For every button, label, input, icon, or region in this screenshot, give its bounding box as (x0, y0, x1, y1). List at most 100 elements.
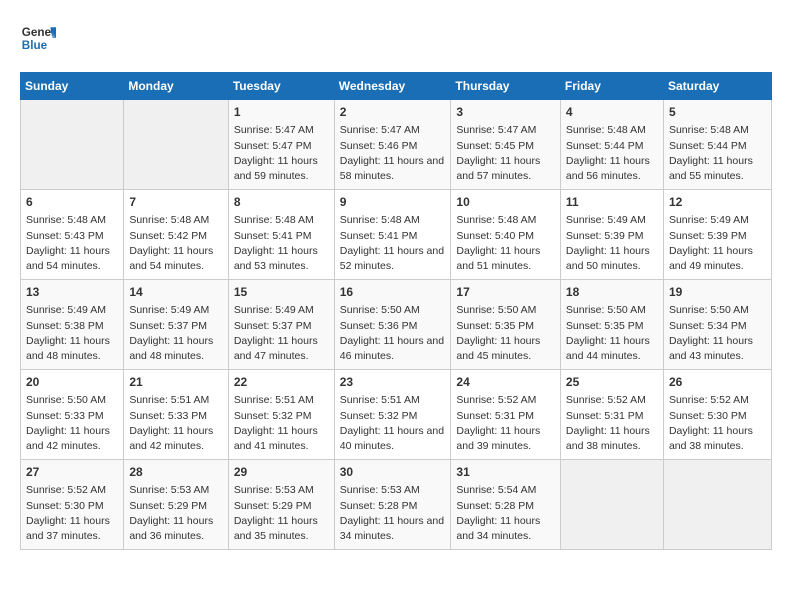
calendar-week-row: 20Sunrise: 5:50 AMSunset: 5:33 PMDayligh… (21, 370, 772, 460)
sunrise-text: Sunrise: 5:48 AM (129, 214, 209, 226)
sunrise-text: Sunrise: 5:50 AM (669, 304, 749, 316)
sunset-text: Sunset: 5:28 PM (340, 500, 418, 512)
sunset-text: Sunset: 5:32 PM (234, 410, 312, 422)
calendar-cell: 17Sunrise: 5:50 AMSunset: 5:35 PMDayligh… (451, 280, 560, 370)
sunrise-text: Sunrise: 5:48 AM (456, 214, 536, 226)
daylight-text: Daylight: 11 hours and 42 minutes. (129, 425, 213, 452)
daylight-text: Daylight: 11 hours and 42 minutes. (26, 425, 110, 452)
daylight-text: Daylight: 11 hours and 35 minutes. (234, 515, 318, 542)
day-number: 1 (234, 104, 329, 121)
daylight-text: Daylight: 11 hours and 53 minutes. (234, 245, 318, 272)
calendar-body: 1 Sunrise: 5:47 AM Sunset: 5:47 PM Daylight… (21, 100, 772, 550)
sunrise-text: Sunrise: 5:49 AM (234, 304, 314, 316)
day-number: 31 (456, 464, 554, 481)
day-number: 2 (340, 104, 446, 121)
sunrise-text: Sunrise: 5:49 AM (26, 304, 106, 316)
sunrise-text: Sunrise: 5:50 AM (340, 304, 420, 316)
calendar-cell: 20Sunrise: 5:50 AMSunset: 5:33 PMDayligh… (21, 370, 124, 460)
calendar-cell: 27Sunrise: 5:52 AMSunset: 5:30 PMDayligh… (21, 460, 124, 550)
sunset-text: Sunset: 5:41 PM (340, 230, 418, 242)
sunset-text: Sunset: 5:28 PM (456, 500, 534, 512)
calendar-cell (21, 100, 124, 190)
weekday-header-cell: Sunday (21, 73, 124, 100)
daylight-text: Daylight: 11 hours and 49 minutes. (669, 245, 753, 272)
daylight-text: Daylight: 11 hours and 41 minutes. (234, 425, 318, 452)
daylight-text: Daylight: 11 hours and 34 minutes. (456, 515, 540, 542)
daylight-text: Daylight: 11 hours and 37 minutes. (26, 515, 110, 542)
calendar-cell: 24Sunrise: 5:52 AMSunset: 5:31 PMDayligh… (451, 370, 560, 460)
page-header: General Blue (20, 20, 772, 56)
day-number: 7 (129, 194, 223, 211)
day-number: 14 (129, 284, 223, 301)
daylight-text: Daylight: 11 hours and 39 minutes. (456, 425, 540, 452)
day-number: 29 (234, 464, 329, 481)
sunset-text: Sunset: 5:33 PM (129, 410, 207, 422)
daylight-text: Daylight: 11 hours and 46 minutes. (340, 335, 444, 362)
sunset-text: Sunset: 5:33 PM (26, 410, 104, 422)
sunset-text: Sunset: 5:41 PM (234, 230, 312, 242)
weekday-header-cell: Wednesday (334, 73, 451, 100)
daylight-text: Daylight: 11 hours and 36 minutes. (129, 515, 213, 542)
sunset-text: Sunset: 5:43 PM (26, 230, 104, 242)
day-number: 5 (669, 104, 766, 121)
sunrise-text: Sunrise: 5:49 AM (669, 214, 749, 226)
sunset-text: Sunset: 5:38 PM (26, 320, 104, 332)
calendar-cell: 3Sunrise: 5:47 AMSunset: 5:45 PMDaylight… (451, 100, 560, 190)
sunrise-text: Sunrise: 5:52 AM (669, 394, 749, 406)
sunset-text: Sunset: 5:35 PM (566, 320, 644, 332)
calendar-cell: 1Sunrise: 5:47 AMSunset: 5:47 PMDaylight… (228, 100, 334, 190)
sunset-text: Sunset: 5:46 PM (340, 140, 418, 152)
calendar-cell: 23Sunrise: 5:51 AMSunset: 5:32 PMDayligh… (334, 370, 451, 460)
sunset-text: Sunset: 5:37 PM (129, 320, 207, 332)
day-number: 27 (26, 464, 118, 481)
weekday-header-cell: Thursday (451, 73, 560, 100)
day-number: 11 (566, 194, 658, 211)
sunrise-text: Sunrise: 5:48 AM (340, 214, 420, 226)
sunrise-text: Sunrise: 5:47 AM (340, 124, 420, 136)
calendar-cell: 2Sunrise: 5:47 AMSunset: 5:46 PMDaylight… (334, 100, 451, 190)
calendar-cell: 25Sunrise: 5:52 AMSunset: 5:31 PMDayligh… (560, 370, 663, 460)
weekday-header-cell: Monday (124, 73, 229, 100)
sunrise-text: Sunrise: 5:50 AM (26, 394, 106, 406)
sunrise-text: Sunrise: 5:51 AM (234, 394, 314, 406)
weekday-header-row: SundayMondayTuesdayWednesdayThursdayFrid… (21, 73, 772, 100)
day-number: 16 (340, 284, 446, 301)
sunrise-text: Sunrise: 5:48 AM (566, 124, 646, 136)
calendar-table: SundayMondayTuesdayWednesdayThursdayFrid… (20, 72, 772, 550)
calendar-cell: 12Sunrise: 5:49 AMSunset: 5:39 PMDayligh… (663, 190, 771, 280)
sunrise-text: Sunrise: 5:53 AM (234, 484, 314, 496)
sunset-text: Sunset: 5:31 PM (456, 410, 534, 422)
sunrise-text: Sunrise: 5:51 AM (129, 394, 209, 406)
calendar-cell: 15Sunrise: 5:49 AMSunset: 5:37 PMDayligh… (228, 280, 334, 370)
day-number: 10 (456, 194, 554, 211)
weekday-header-cell: Tuesday (228, 73, 334, 100)
day-number: 3 (456, 104, 554, 121)
day-number: 25 (566, 374, 658, 391)
day-number: 15 (234, 284, 329, 301)
daylight-text: Daylight: 11 hours and 57 minutes. (456, 155, 540, 182)
weekday-header-cell: Friday (560, 73, 663, 100)
day-number: 6 (26, 194, 118, 211)
calendar-week-row: 1 Sunrise: 5:47 AM Sunset: 5:47 PM Daylight… (21, 100, 772, 190)
logo-icon: General Blue (20, 20, 56, 56)
sunset-text: Sunset: 5:47 PM (234, 140, 312, 152)
calendar-cell: 28Sunrise: 5:53 AMSunset: 5:29 PMDayligh… (124, 460, 229, 550)
daylight-text: Daylight: 11 hours and 56 minutes. (566, 155, 650, 182)
daylight-text: Daylight: 11 hours and 48 minutes. (26, 335, 110, 362)
daylight-text: Daylight: 11 hours and 52 minutes. (340, 245, 444, 272)
daylight-text: Daylight: 11 hours and 50 minutes. (566, 245, 650, 272)
sunrise-text: Sunrise: 5:50 AM (456, 304, 536, 316)
sunset-text: Sunset: 5:35 PM (456, 320, 534, 332)
calendar-cell: 4Sunrise: 5:48 AMSunset: 5:44 PMDaylight… (560, 100, 663, 190)
calendar-cell: 29Sunrise: 5:53 AMSunset: 5:29 PMDayligh… (228, 460, 334, 550)
calendar-week-row: 27Sunrise: 5:52 AMSunset: 5:30 PMDayligh… (21, 460, 772, 550)
sunrise-text: Sunrise: 5:49 AM (129, 304, 209, 316)
daylight-text: Daylight: 11 hours and 54 minutes. (26, 245, 110, 272)
daylight-text: Daylight: 11 hours and 40 minutes. (340, 425, 444, 452)
day-number: 21 (129, 374, 223, 391)
sunset-text: Sunset: 5:34 PM (669, 320, 747, 332)
day-number: 17 (456, 284, 554, 301)
sunset-text: Sunset: 5:31 PM (566, 410, 644, 422)
daylight-text: Daylight: 11 hours and 55 minutes. (669, 155, 753, 182)
day-number: 18 (566, 284, 658, 301)
